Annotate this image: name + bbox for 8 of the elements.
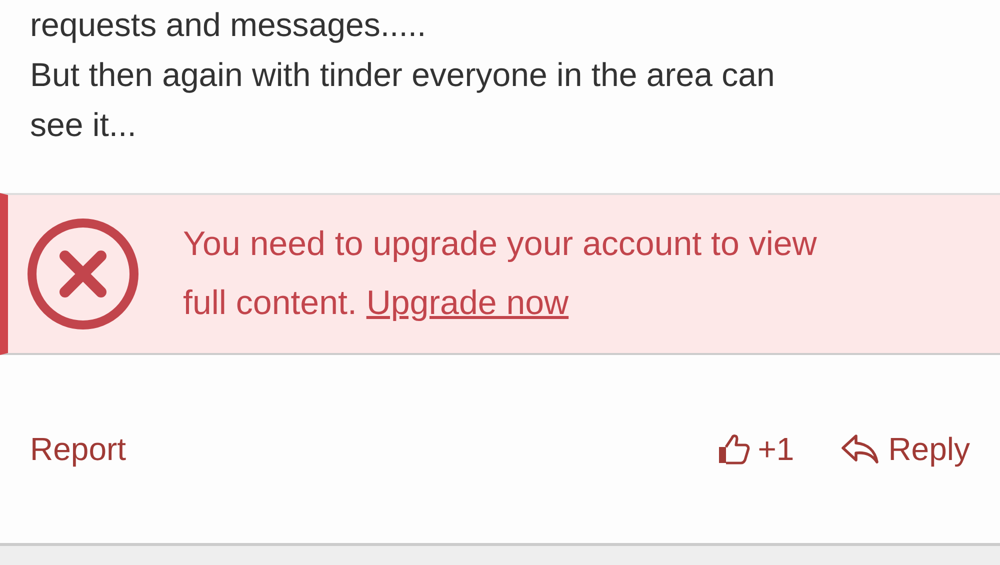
error-icon — [27, 218, 139, 330]
reply-icon — [840, 432, 880, 466]
reply-button[interactable]: Reply — [840, 430, 970, 468]
report-link[interactable]: Report — [30, 430, 126, 468]
upgrade-link[interactable]: Upgrade now — [366, 284, 569, 322]
like-button[interactable]: +1 — [716, 430, 794, 468]
alert-message: You need to upgrade your account to view full content. Upgrade now — [183, 224, 818, 324]
post-text: requests and messages..... But then again with tinder everyone in the area can see it... — [29, 5, 776, 145]
